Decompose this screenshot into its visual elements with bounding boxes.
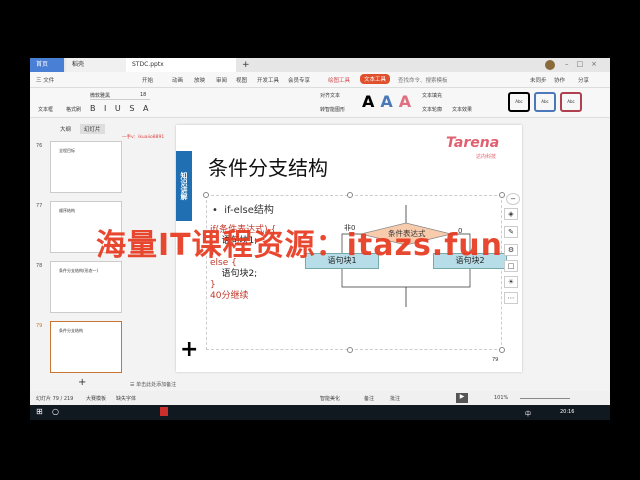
wps-app-icon[interactable]	[160, 407, 168, 416]
menu-slideshow[interactable]: 放映	[194, 76, 205, 84]
tarena-logo-sub: 达内科技	[476, 154, 497, 160]
notes-text: 单击此处添加备注	[136, 382, 177, 388]
shape-style-3[interactable]: Abc	[560, 92, 582, 112]
sync-button[interactable]: 未同步	[530, 76, 547, 84]
menu-devtools[interactable]: 开发工具	[257, 76, 279, 84]
menu-drawing-tools[interactable]: 绘图工具	[328, 76, 350, 84]
textbox-button[interactable]: 文本框	[38, 106, 53, 113]
code-line: }	[210, 280, 216, 290]
thumb-number: 79	[36, 323, 43, 329]
menu-member[interactable]: 会员专享	[288, 76, 310, 84]
resize-handle[interactable]	[347, 347, 353, 353]
tarena-logo: Tarena	[446, 135, 500, 151]
menu-start[interactable]: 开始	[142, 76, 153, 84]
tab-bar: 首页 稻壳 STDC.pptx + –□×	[30, 58, 610, 72]
share-button[interactable]: 分享	[578, 76, 589, 84]
thumb-title: 全程目标	[59, 148, 75, 153]
menu-bar: 三 文件 开始 动画 放映 审阅 视图 开发工具 会员专享 绘图工具 文本工具 …	[30, 72, 610, 88]
resize-handle[interactable]	[203, 192, 209, 198]
code-line: 语句块2;	[210, 269, 258, 279]
thumb-title: 条件分支结构	[59, 328, 83, 333]
add-slide-button[interactable]: +	[78, 377, 86, 388]
collapse-icon[interactable]: −	[506, 193, 520, 205]
text-fill-button[interactable]: 文本填充	[422, 92, 442, 99]
search-input[interactable]: 查找命令、搜索模板	[398, 76, 448, 84]
slide-note: 40分继续	[210, 291, 249, 301]
slide-counter: 幻灯片 79 / 219	[36, 396, 74, 402]
align-text-button[interactable]: 对齐文本	[320, 92, 340, 99]
slide-title: 条件分支结构	[208, 156, 328, 180]
font-size-select[interactable]: 18	[140, 92, 146, 98]
slide-thumb[interactable]: 全程目标	[50, 141, 122, 193]
beautify-button[interactable]: 智能美化	[320, 395, 340, 402]
collab-button[interactable]: 协作	[554, 76, 565, 84]
menu-text-tools[interactable]: 文本工具	[360, 74, 391, 84]
menu-view[interactable]: 视图	[236, 76, 247, 84]
shape-icon[interactable]: □	[504, 260, 518, 272]
tab-slides[interactable]: 幻灯片	[80, 124, 105, 134]
tab-file[interactable]: STDC.pptx	[126, 58, 236, 72]
shape-style-2[interactable]: Abc	[534, 92, 556, 112]
ime-indicator[interactable]: 中	[525, 409, 531, 418]
smartart-button[interactable]: 转智能图形	[320, 106, 345, 113]
theme-name: 大赛模板	[86, 396, 107, 402]
notes-placeholder[interactable]: ☰ 单击此处添加备注	[130, 381, 176, 388]
menu-animation[interactable]: 动画	[172, 76, 183, 84]
pen-icon[interactable]: ✎	[504, 226, 518, 238]
tab-home[interactable]: 首页	[30, 58, 64, 72]
slide-tag: 知识讲解	[176, 151, 192, 221]
resize-handle[interactable]	[499, 192, 505, 198]
slide-thumb-selected[interactable]: 条件分支结构	[50, 321, 122, 373]
taskbar: ⊞ ○ 中 20:16	[30, 405, 610, 420]
thumb-number: 78	[36, 263, 43, 269]
new-tab-button[interactable]: +	[242, 60, 250, 70]
bullet-text: if-else结构	[224, 205, 274, 216]
watermark: 海量IT课程资源：itazs.fun	[96, 228, 503, 263]
cursor-crosshair-icon: +	[180, 337, 199, 362]
search-icon[interactable]: ○	[52, 407, 59, 416]
window-controls[interactable]: –□×	[565, 60, 605, 68]
status-bar: 幻灯片 79 / 219 大赛模板 缺失字体 智能美化 备注 批注 ▶ 101%	[30, 391, 610, 405]
menu-file[interactable]: 三 文件	[36, 76, 54, 84]
thumb-number: 77	[36, 203, 43, 209]
missing-font[interactable]: 缺失字体	[116, 395, 136, 402]
clock[interactable]: 20:16	[560, 409, 574, 415]
zoom-slider[interactable]	[520, 398, 570, 399]
resize-handle[interactable]	[499, 347, 505, 353]
menu-review[interactable]: 审阅	[216, 76, 227, 84]
page-number: 79	[492, 357, 499, 363]
format-painter-button[interactable]: 格式刷	[66, 106, 81, 113]
wordart-styles[interactable]: AAA	[362, 92, 417, 111]
font-style-buttons[interactable]: B I U S A	[90, 104, 151, 113]
zoom-level[interactable]: 101%	[494, 395, 508, 401]
thumb-number: 76	[36, 143, 43, 149]
thumb-title: 顺序结构	[59, 208, 75, 213]
merge-line	[341, 269, 471, 288]
tab-outline[interactable]: 大纲	[60, 125, 71, 133]
shape-style-1[interactable]: Abc	[508, 92, 530, 112]
slide-thumb[interactable]: 条件分支结构(形态一)	[50, 261, 122, 313]
bullet: • if-else结构	[212, 205, 274, 216]
ribbon: 文本框 格式刷 微软雅黑 18 B I U S A 对齐文本 转智能图形 AAA…	[30, 88, 610, 118]
tab-docer[interactable]: 稻壳	[66, 58, 126, 72]
layers-icon[interactable]: ◈	[504, 208, 518, 220]
notes-button[interactable]: 备注	[364, 395, 374, 402]
play-button[interactable]: ▶	[456, 393, 468, 403]
bulb-icon[interactable]: ☀	[504, 276, 518, 288]
text-outline-button[interactable]: 文本轮廓	[422, 106, 442, 113]
comment-button[interactable]: 批注	[390, 395, 400, 402]
thumb-title: 条件分支结构(形态一)	[59, 268, 99, 273]
more-icon[interactable]: ⋯	[504, 292, 518, 304]
text-effect-button[interactable]: 文本效果	[452, 106, 472, 113]
start-icon[interactable]: ⊞	[36, 407, 43, 416]
side-note: 一手v：ikuaiio8891	[122, 135, 165, 140]
format-icon[interactable]: ⚙	[504, 244, 518, 256]
avatar[interactable]	[545, 60, 555, 70]
